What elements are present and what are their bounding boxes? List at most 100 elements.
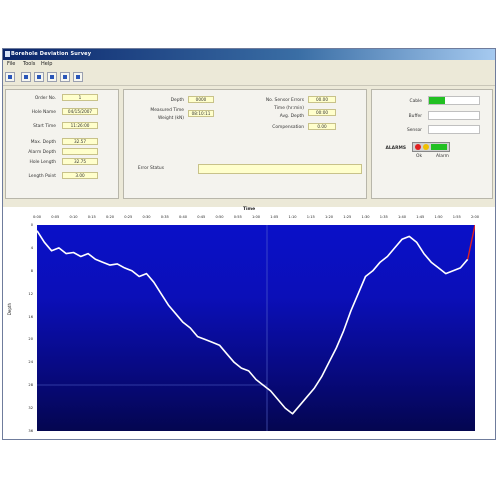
menu-file[interactable]: File: [7, 61, 15, 67]
x-tick-label: 1:45: [416, 215, 425, 219]
x-tick-label: 1:25: [343, 215, 352, 219]
x-tick-label: 0:05: [51, 215, 60, 219]
cable-ok-bar: [429, 97, 445, 104]
depth-trace-tail: [467, 224, 476, 260]
x-tick-label: 0:20: [106, 215, 115, 219]
alarm-red-light: [415, 144, 421, 150]
label-error-status: Error Status: [137, 166, 164, 171]
label-alarm-depth: Alarm Depth: [28, 150, 56, 155]
open-icon[interactable]: [5, 72, 15, 82]
alarm-yellow-light: [423, 144, 429, 150]
label-measured-time: Measured Time: [150, 108, 184, 113]
legend-alarm: Alarm: [436, 154, 449, 159]
exit-icon[interactable]: [73, 72, 83, 82]
cable-indicator: [428, 96, 480, 105]
label-weight: Weight (kN): [158, 116, 184, 121]
time-hr-min-field[interactable]: 00:00: [308, 109, 336, 116]
depth-trace-svg: [36, 224, 476, 431]
print-icon[interactable]: [34, 72, 44, 82]
menu-help[interactable]: Help: [41, 61, 52, 67]
app-icon: [5, 51, 10, 57]
x-tick-label: 0:45: [197, 215, 206, 219]
label-order-no: Order No.: [34, 96, 56, 101]
label-time-hr-min: Time (hr:min): [274, 106, 304, 111]
length-point-field[interactable]: 3.00: [62, 172, 98, 179]
label-hole-name: Hole Name: [31, 110, 56, 115]
label-depth: Depth: [170, 98, 184, 103]
x-tick-label: 1:50: [434, 215, 443, 219]
x-tick-label: 1:15: [306, 215, 315, 219]
y-tick-label: 4: [30, 245, 33, 250]
title-bar[interactable]: Borehole Deviation Survey: [3, 49, 495, 60]
x-tick-label: 1:00: [252, 215, 261, 219]
label-sensor-errors: No. Sensor Errors: [265, 98, 304, 103]
y-tick-label: 12: [28, 291, 33, 296]
y-tick-label: 20: [28, 337, 33, 342]
alarm-depth-field[interactable]: [62, 148, 98, 155]
order-no-field[interactable]: 1: [62, 94, 98, 101]
chart-area: Time 0:00 0:05 0:10 0:15 0:20 0:25 0:30 0:35 0:4…: [3, 207, 495, 439]
error-status-field[interactable]: [198, 164, 362, 174]
y-tick-label: 32: [28, 406, 33, 411]
x-tick-label: 0:50: [215, 215, 224, 219]
label-alarms: ALARMS: [385, 146, 406, 151]
sensor-indicator: [428, 125, 480, 134]
x-tick-label: 0:15: [87, 215, 96, 219]
label-start-time: Start Time: [33, 124, 56, 129]
hole-name-field[interactable]: 04/15/2007: [62, 108, 98, 115]
menu-tools[interactable]: Tools: [23, 61, 35, 67]
x-tick-label: 1:35: [379, 215, 388, 219]
depth-plot[interactable]: [36, 224, 476, 431]
settings-icon[interactable]: [60, 72, 70, 82]
measured-time-field[interactable]: 08:10:11: [188, 110, 214, 117]
x-tick-label: 0:55: [233, 215, 242, 219]
window-title: Borehole Deviation Survey: [11, 51, 92, 57]
menu-bar: File Tools Help: [3, 60, 495, 69]
y-tick-label: 24: [28, 360, 33, 365]
y-tick-label: 0: [30, 223, 33, 227]
x-tick-label: 0:25: [124, 215, 133, 219]
measurement-panel: Depth 0000 Measured Time 08:10:11 Weight…: [123, 89, 367, 199]
y-axis-label: Depth: [7, 303, 12, 316]
chart-title: Time: [243, 207, 256, 212]
x-tick-label: 1:40: [398, 215, 407, 219]
label-avg-depth: Avg. Depth: [279, 114, 304, 119]
x-tick-label: 2:00: [471, 215, 480, 219]
y-tick-label: 8: [30, 268, 33, 273]
x-tick-label: 0:35: [160, 215, 169, 219]
x-tick-label: 1:20: [325, 215, 334, 219]
x-tick-label: 0:40: [179, 215, 188, 219]
depth-field[interactable]: 0000: [188, 96, 214, 103]
toolbar: [3, 69, 495, 86]
buffer-indicator: [428, 111, 480, 120]
alarm-green-light: [431, 144, 447, 150]
label-hole-length: Hole Length: [29, 160, 56, 165]
y-tick-label: 36: [28, 429, 33, 433]
label-compensation: Compensation: [272, 125, 304, 130]
alarm-panel: Cable Buffer Sensor ALARMS Ok Alarm: [371, 89, 493, 199]
compensation-field[interactable]: 0.00: [308, 123, 336, 130]
x-tick-label: 1:30: [361, 215, 370, 219]
y-tick-label: 16: [28, 314, 33, 319]
label-cable: Cable: [409, 99, 422, 104]
start-time-field[interactable]: 11:26:00: [62, 122, 98, 129]
hole-info-panel: Order No. 1 Hole Name 04/15/2007 Start T…: [5, 89, 119, 199]
x-tick-label: 1:05: [270, 215, 279, 219]
x-tick-label: 0:10: [69, 215, 78, 219]
zoom-icon[interactable]: [47, 72, 57, 82]
save-icon[interactable]: [21, 72, 31, 82]
label-length-point: Length Point: [28, 174, 56, 179]
x-tick-label: 0:30: [142, 215, 151, 219]
max-depth-field[interactable]: 32.57: [62, 138, 98, 145]
label-buffer: Buffer: [408, 114, 422, 119]
app-window: Borehole Deviation Survey File Tools Hel…: [2, 48, 496, 440]
legend-ok: Ok: [416, 154, 422, 159]
x-tick-label: 1:10: [288, 215, 297, 219]
hole-length-field[interactable]: 32.75: [62, 158, 98, 165]
x-axis-ticks: 0:00 0:05 0:10 0:15 0:20 0:25 0:30 0:35 0:40 0:45…: [33, 215, 479, 223]
label-sensor: Sensor: [406, 128, 422, 133]
depth-trace-line: [36, 230, 469, 415]
sensor-errors-field[interactable]: 00.00: [308, 96, 336, 103]
x-tick-label: 0:00: [33, 215, 42, 219]
y-tick-label: 28: [28, 383, 33, 388]
